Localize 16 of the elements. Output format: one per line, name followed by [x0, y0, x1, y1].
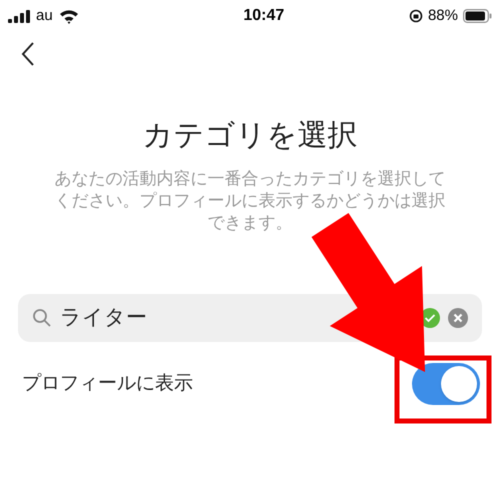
clock-time: 10:47 — [243, 6, 284, 26]
clear-icon[interactable] — [448, 308, 468, 328]
search-icon — [32, 308, 52, 328]
back-chevron-icon — [21, 41, 35, 67]
toggle-label: プロフィールに表示 — [22, 372, 193, 396]
battery-icon — [462, 9, 492, 23]
rotation-lock-icon — [408, 9, 423, 23]
toggle-knob — [441, 366, 477, 402]
battery-percentage: 88% — [428, 6, 458, 26]
description-text: あなたの活動内容に一番合ったカテゴリを選択してください。プロフィールに表示するかどうかは選択できます。 — [54, 168, 446, 234]
signal-icon — [8, 10, 30, 22]
carrier-name: au — [36, 6, 53, 26]
profile-toggle[interactable] — [412, 363, 480, 405]
search-value: ライター — [60, 305, 148, 332]
page-title: カテゴリを選択 — [142, 118, 358, 154]
wifi-icon — [58, 8, 79, 24]
